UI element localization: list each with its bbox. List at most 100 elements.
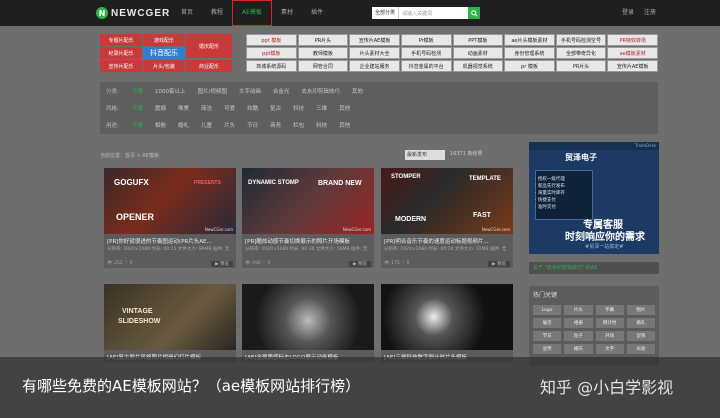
- hot-tag[interactable]: 相册: [564, 318, 593, 328]
- login-link[interactable]: 登录: [622, 0, 634, 26]
- tag-red[interactable]: 商业配乐: [186, 60, 232, 72]
- hot-tag[interactable]: 倒计时: [595, 318, 624, 328]
- filter-option[interactable]: 婚礼: [178, 121, 189, 129]
- hot-tag[interactable]: Logo: [533, 305, 562, 315]
- nav-item[interactable]: 插件: [302, 0, 332, 26]
- filter-option[interactable]: 震撼: [155, 104, 166, 112]
- card-title[interactable]: [PR]你好就很进的节奏图运动(PR片头AE...: [104, 234, 236, 246]
- keyword-tag[interactable]: 片头素材大全: [349, 47, 400, 59]
- keyword-tag[interactable]: 网管合同: [297, 60, 349, 72]
- hot-tag[interactable]: 展示: [533, 318, 562, 328]
- hot-tag[interactable]: 图片: [626, 305, 655, 315]
- card-thumbnail[interactable]: [381, 284, 513, 350]
- sidebar-ad[interactable]: TradeDesk 贸泽电子 · 授权一级代理 · 新品先行发布 · 海量实时库存 ·…: [529, 142, 659, 254]
- keyword-tag[interactable]: pr 模板: [504, 60, 555, 72]
- nav-item[interactable]: 素材: [272, 0, 302, 26]
- nav-item[interactable]: 首页: [172, 0, 202, 26]
- tag-red[interactable]: 专题片配乐: [100, 34, 142, 46]
- filter-option[interactable]: 合金光: [273, 87, 290, 95]
- filter-option[interactable]: 1000套以上: [155, 87, 186, 95]
- keyword-tag[interactable]: PPT模板: [452, 34, 504, 46]
- card-thumbnail[interactable]: VINTAGE SLIDESHOW: [104, 284, 236, 350]
- template-card[interactable]: STOMPER TEMPLATE MODERN FAST NewCGer.com…: [381, 168, 513, 268]
- filter-option[interactable]: 节日: [247, 121, 258, 129]
- keyword-tag[interactable]: 抖音金属的平台: [400, 60, 452, 72]
- tag-red[interactable]: 宣传片配乐: [100, 60, 142, 72]
- keyword-tag[interactable]: 全部带奇异化: [555, 47, 607, 59]
- hot-tag[interactable]: 节日: [533, 331, 562, 341]
- hot-tag[interactable]: 光效: [626, 344, 655, 354]
- keyword-tag[interactable]: Pr模板: [400, 34, 452, 46]
- keyword-tag[interactable]: ppt模板: [246, 47, 297, 59]
- card-thumbnail[interactable]: [242, 284, 374, 350]
- hot-tag[interactable]: 宣传: [533, 344, 562, 354]
- filter-option[interactable]: 相册: [155, 121, 166, 129]
- hot-tag[interactable]: 婚礼: [626, 318, 655, 328]
- filter-option[interactable]: 栏包: [293, 121, 304, 129]
- template-card[interactable]: VINTAGE SLIDESHOW [AE]复古胶片风格照片相册幻灯片模板: [104, 284, 236, 362]
- template-card[interactable]: DYNAMIC STOMP BRAND NEW NewCGer.com [PR]…: [242, 168, 374, 268]
- filter-option[interactable]: 文字动画: [239, 87, 261, 95]
- filter-option[interactable]: 炫酷: [247, 104, 258, 112]
- keyword-tag[interactable]: 动画素材: [452, 47, 504, 59]
- keyword-tag[interactable]: 机器视觉系统: [452, 60, 504, 72]
- filter-option[interactable]: 科技: [293, 104, 304, 112]
- filter-option[interactable]: 其他: [339, 121, 350, 129]
- keyword-tag[interactable]: 宣传片AE模板: [349, 34, 400, 46]
- filter-option[interactable]: 图片/视频图: [198, 87, 227, 95]
- keyword-tag[interactable]: 商城系统源码: [246, 60, 297, 72]
- keyword-tag[interactable]: 企业建站服务: [349, 60, 400, 72]
- hot-tag[interactable]: 促销: [626, 331, 655, 341]
- tag-red[interactable]: 片头/包装: [143, 60, 185, 72]
- filter-option[interactable]: 不限: [132, 104, 143, 112]
- filter-option[interactable]: 唯美: [178, 104, 189, 112]
- hot-tag[interactable]: 开场: [595, 331, 624, 341]
- sort-select[interactable]: 最新发布: [405, 150, 445, 160]
- hot-tag[interactable]: 字幕: [595, 305, 624, 315]
- hot-tag[interactable]: 婚庆: [564, 344, 593, 354]
- keyword-tag[interactable]: PR特效转场: [607, 34, 658, 46]
- keyword-tag[interactable]: ae模板素材: [607, 47, 658, 59]
- keyword-tag[interactable]: 手机号码检测空号: [555, 34, 607, 46]
- search-box[interactable]: 全部分类 请输入关键词: [372, 7, 480, 19]
- filter-option[interactable]: 儿童: [201, 121, 212, 129]
- site-logo[interactable]: N NEWCGER: [96, 7, 170, 19]
- card-thumbnail[interactable]: DYNAMIC STOMP BRAND NEW NewCGer.com: [242, 168, 374, 234]
- template-card[interactable]: [AE]三维科技数字倒计时片头模板: [381, 284, 513, 362]
- preview-button[interactable]: ▶ 预览: [211, 261, 233, 267]
- keyword-tag[interactable]: ppt 模板: [246, 34, 297, 46]
- filter-option[interactable]: 不限: [132, 121, 143, 129]
- card-thumbnail[interactable]: GOGUFX OPENER PRESENTS NewCGer.com: [104, 168, 236, 234]
- template-card[interactable]: GOGUFX OPENER PRESENTS NewCGer.com [PR]你…: [104, 168, 236, 268]
- keyword-tag[interactable]: 手机号码检测: [400, 47, 452, 59]
- tag-red[interactable]: 游戏配乐: [143, 34, 185, 46]
- keyword-tag[interactable]: ae片头模板素材: [504, 34, 555, 46]
- hot-tag[interactable]: 文字: [595, 344, 624, 354]
- search-button[interactable]: [468, 7, 480, 19]
- filter-option[interactable]: 去水印剪辑技巧: [301, 87, 340, 95]
- register-link[interactable]: 注册: [644, 0, 656, 26]
- preview-button[interactable]: ▶ 预览: [488, 261, 510, 267]
- filter-option[interactable]: 三维: [316, 104, 327, 112]
- nav-item[interactable]: AE模板: [232, 0, 272, 26]
- keyword-tag[interactable]: 身份管理系统: [504, 47, 555, 59]
- filter-option[interactable]: 其他: [339, 104, 350, 112]
- filter-option[interactable]: 科技: [316, 121, 327, 129]
- ad-caption[interactable]: 关于 "去水印剪辑技巧" 的AE: [529, 262, 659, 274]
- keyword-tag[interactable]: PR片头: [297, 34, 349, 46]
- search-input[interactable]: 请输入关键词: [399, 10, 468, 17]
- search-category-select[interactable]: 全部分类: [372, 7, 400, 19]
- tag-red[interactable]: 婚庆配乐: [186, 34, 232, 58]
- card-title[interactable]: [PR]明合音乐节奏的速度运动标题视频片...: [381, 234, 513, 246]
- tag-blue[interactable]: 抖音配乐: [143, 47, 185, 59]
- hot-tag[interactable]: 粒子: [564, 331, 593, 341]
- keyword-tag[interactable]: 教师模板: [297, 47, 349, 59]
- keyword-tag[interactable]: 宣传片AE模板: [607, 60, 658, 72]
- tag-red[interactable]: 纪录片配乐: [100, 47, 142, 59]
- filter-option[interactable]: 其他: [352, 87, 363, 95]
- keyword-tag[interactable]: PR片头: [555, 60, 607, 72]
- card-title[interactable]: [PR]酷炫动感节奏切换展示的照片开场模板: [242, 234, 374, 246]
- filter-option[interactable]: 简洁: [201, 104, 212, 112]
- filter-option[interactable]: 商务: [270, 121, 281, 129]
- card-thumbnail[interactable]: STOMPER TEMPLATE MODERN FAST NewCGer.com: [381, 168, 513, 234]
